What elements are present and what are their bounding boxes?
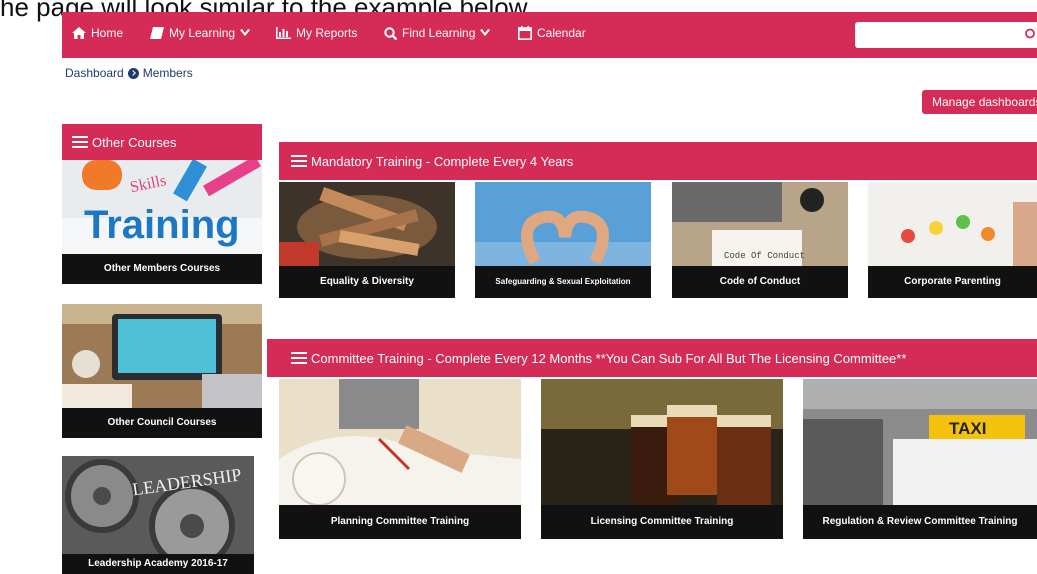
nav-my-reports[interactable]: My Reports bbox=[276, 26, 357, 40]
search-input[interactable] bbox=[855, 22, 1037, 48]
chevron-right-circle-icon bbox=[127, 67, 139, 79]
bar-chart-icon bbox=[276, 27, 291, 39]
mandatory-training-title: Mandatory Training - Complete Every 4 Ye… bbox=[311, 153, 574, 169]
tile-label: Licensing Committee Training bbox=[541, 505, 783, 539]
nav-home[interactable]: Home bbox=[72, 26, 123, 40]
taxi-image: TAXI bbox=[803, 379, 1037, 505]
training-image: Skills Training bbox=[62, 160, 262, 256]
top-navbar: Home My Learning My Reports Find Learnin… bbox=[62, 12, 1037, 58]
tile-label: Safeguarding & Sexual Exploitation bbox=[475, 266, 651, 298]
pints-image bbox=[541, 379, 783, 505]
menu-icon bbox=[72, 136, 88, 148]
chevron-down-icon bbox=[240, 29, 251, 36]
tile-other-council-courses[interactable]: Other Council Courses bbox=[62, 304, 262, 438]
tile-label: Other Members Courses bbox=[62, 254, 262, 284]
tile-label: Corporate Parenting bbox=[868, 266, 1037, 298]
training-text: Training bbox=[84, 203, 240, 247]
tile-label: Planning Committee Training bbox=[279, 505, 521, 539]
home-icon bbox=[72, 27, 86, 39]
other-courses-header: Other Courses bbox=[62, 124, 262, 160]
breadcrumb-members[interactable]: Members bbox=[143, 66, 193, 80]
nav-my-reports-label: My Reports bbox=[296, 26, 358, 40]
tile-label: Leadership Academy 2016-17 bbox=[62, 554, 254, 574]
menu-icon bbox=[291, 352, 307, 364]
nav-my-learning-label: My Learning bbox=[169, 26, 236, 40]
book-icon bbox=[150, 27, 164, 39]
tile-label: Regulation & Review Committee Training bbox=[803, 505, 1037, 539]
nav-calendar-label: Calendar bbox=[537, 26, 586, 40]
tile-corporate-parenting[interactable]: Corporate Parenting bbox=[868, 182, 1037, 298]
calendar-icon bbox=[518, 26, 532, 40]
tile-regulation-review-committee[interactable]: TAXI Regulation & Review Committee Train… bbox=[803, 379, 1037, 539]
breadcrumb: Dashboard Members bbox=[65, 66, 193, 80]
mandatory-training-header: Mandatory Training - Complete Every 4 Ye… bbox=[279, 142, 1037, 180]
committee-training-header: Committee Training - Complete Every 12 M… bbox=[267, 339, 1037, 377]
manage-dashboards-button[interactable]: Manage dashboards bbox=[922, 90, 1037, 114]
tile-leadership-academy[interactable]: LEADERSHIP Leadership Academy 2016-17 bbox=[62, 456, 254, 574]
desk-image bbox=[62, 304, 262, 408]
code-of-conduct-text: Code Of Conduct bbox=[724, 251, 805, 261]
nav-find-learning[interactable]: Find Learning bbox=[384, 26, 491, 40]
chevron-down-icon bbox=[480, 29, 491, 36]
tile-safeguarding[interactable]: Safeguarding & Sexual Exploitation bbox=[475, 182, 651, 298]
notebook-image: Code Of Conduct bbox=[672, 182, 848, 266]
tile-other-members-courses[interactable]: Skills Training Other Members Courses bbox=[62, 160, 262, 284]
committee-training-title: Committee Training - Complete Every 12 M… bbox=[311, 350, 907, 366]
blueprints-image bbox=[279, 379, 521, 505]
tile-licensing-committee[interactable]: Licensing Committee Training bbox=[541, 379, 783, 539]
tile-label: Other Council Courses bbox=[62, 408, 262, 438]
smiley-faces-image bbox=[868, 182, 1037, 266]
tile-code-of-conduct[interactable]: Code Of Conduct Code of Conduct bbox=[672, 182, 848, 298]
nav-calendar[interactable]: Calendar bbox=[518, 26, 586, 40]
search-icon[interactable] bbox=[1023, 28, 1035, 41]
heart-hands-image bbox=[475, 182, 651, 266]
menu-icon bbox=[291, 155, 307, 167]
nav-find-learning-label: Find Learning bbox=[402, 26, 476, 40]
search-icon bbox=[384, 26, 397, 40]
hands-image bbox=[279, 182, 455, 266]
nav-my-learning[interactable]: My Learning bbox=[150, 26, 251, 40]
gears-image: LEADERSHIP bbox=[62, 456, 254, 556]
breadcrumb-dashboard[interactable]: Dashboard bbox=[65, 66, 124, 80]
tile-label: Equality & Diversity bbox=[279, 266, 455, 298]
nav-home-label: Home bbox=[91, 26, 124, 40]
tile-label: Code of Conduct bbox=[672, 266, 848, 298]
tile-planning-committee[interactable]: Planning Committee Training bbox=[279, 379, 521, 539]
other-courses-title: Other Courses bbox=[92, 134, 177, 150]
tile-equality-diversity[interactable]: Equality & Diversity bbox=[279, 182, 455, 298]
taxi-sign-text: TAXI bbox=[949, 419, 986, 438]
